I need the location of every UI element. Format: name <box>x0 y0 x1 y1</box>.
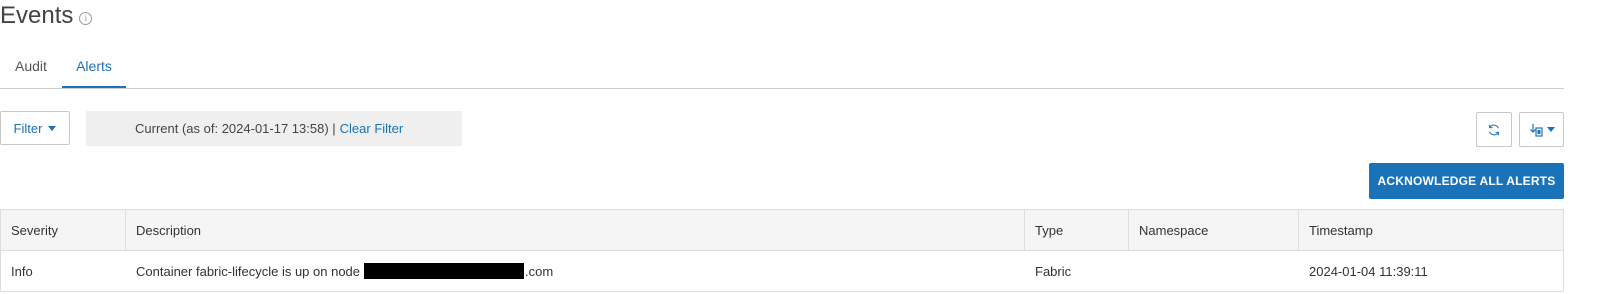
table-header-row: Severity Description Type Namespace Time… <box>1 210 1563 251</box>
info-icon[interactable]: i <box>79 11 93 25</box>
table-row[interactable]: Info Container fabric-lifecycle is up on… <box>1 251 1563 291</box>
filter-status-bar: Current (as of: 2024-01-17 13:58) | Clea… <box>86 111 462 146</box>
redacted-block <box>364 263 525 279</box>
cell-namespace <box>1129 251 1299 291</box>
filter-button[interactable]: Filter <box>0 111 70 145</box>
tab-audit[interactable]: Audit <box>15 58 47 74</box>
alerts-table: Severity Description Type Namespace Time… <box>0 209 1564 292</box>
caret-down-icon <box>1546 127 1555 132</box>
acknowledge-all-alerts-button[interactable]: ACKNOWLEDGE ALL ALERTS <box>1369 163 1564 199</box>
export-icon <box>1529 123 1543 137</box>
filter-button-label: Filter <box>13 120 43 136</box>
cell-timestamp: 2024-01-04 11:39:11 <box>1309 263 1428 279</box>
description-text: Container fabric-lifecycle is up on node <box>136 263 361 279</box>
export-button[interactable] <box>1519 112 1564 147</box>
cell-type: Fabric <box>1035 263 1072 279</box>
clear-filter-link[interactable]: Clear Filter <box>340 121 404 136</box>
active-tab-indicator <box>62 86 126 88</box>
caret-down-icon <box>48 125 57 131</box>
cell-severity: Info <box>11 263 33 279</box>
column-header-timestamp[interactable]: Timestamp <box>1299 210 1563 250</box>
refresh-icon <box>1489 124 1499 135</box>
description-suffix: .com <box>525 263 554 279</box>
page-title: Events i <box>0 2 93 30</box>
column-header-description[interactable]: Description <box>126 210 1025 250</box>
page-title-text: Events <box>0 2 74 29</box>
refresh-button[interactable] <box>1476 112 1512 147</box>
filter-status-text: Current (as of: 2024-01-17 13:58) | <box>135 121 336 136</box>
cell-description: Container fabric-lifecycle is up on node… <box>126 251 1025 291</box>
tab-bar: Audit Alerts <box>0 48 1564 89</box>
column-header-namespace[interactable]: Namespace <box>1129 210 1299 250</box>
column-header-severity[interactable]: Severity <box>1 210 126 250</box>
column-header-type[interactable]: Type <box>1025 210 1129 250</box>
tab-alerts[interactable]: Alerts <box>62 58 126 74</box>
